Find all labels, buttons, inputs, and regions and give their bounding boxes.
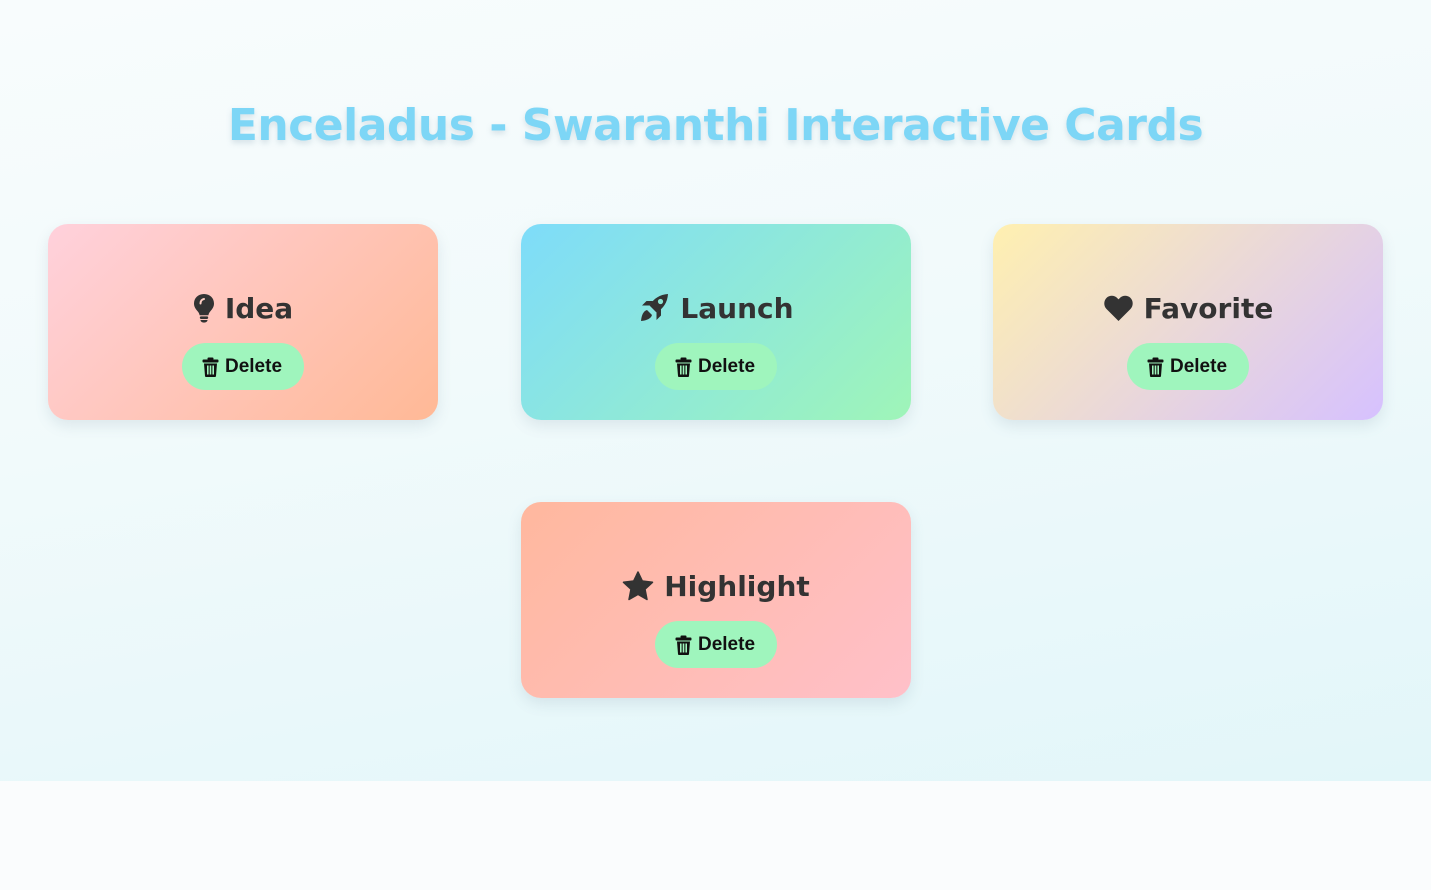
rocket-icon [638,293,670,323]
card-launch: Launch Delete [521,224,911,420]
card-title: Highlight [664,569,810,603]
delete-button-label: Delete [1169,355,1228,377]
delete-button[interactable]: Delete [181,343,305,390]
page-title: Enceladus - Swaranthi Interactive Cards [227,100,1204,151]
delete-button-label: Delete [697,355,756,377]
card-title: Favorite [1143,291,1274,325]
lightbulb-icon [193,293,215,323]
delete-button[interactable]: Delete [1126,343,1250,390]
card-favorite: Favorite Delete [993,224,1383,420]
card-idea: Idea Delete [48,224,438,420]
card-header: Favorite [1103,288,1274,328]
delete-button[interactable]: Delete [654,621,778,668]
delete-button-label: Delete [224,355,283,377]
trash-icon [202,357,219,377]
card-highlight: Highlight Delete [521,502,911,698]
card-title: Launch [680,291,794,325]
star-icon [622,571,654,601]
card-header: Idea [193,288,293,328]
delete-button-label: Delete [697,633,756,655]
heart-icon [1103,294,1134,322]
app-container: Enceladus - Swaranthi Interactive Cards … [0,0,1431,781]
trash-icon [1147,357,1164,377]
card-header: Highlight [622,566,810,606]
delete-button[interactable]: Delete [654,343,778,390]
trash-icon [675,357,692,377]
card-header: Launch [638,288,794,328]
trash-icon [675,635,692,655]
card-title: Idea [224,291,294,325]
